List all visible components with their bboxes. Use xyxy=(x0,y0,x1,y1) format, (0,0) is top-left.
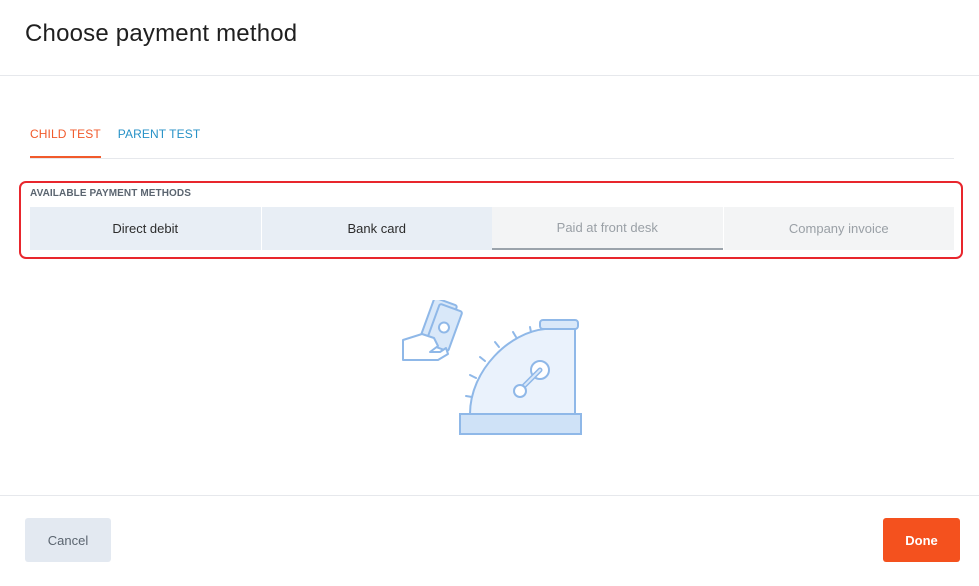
payment-methods-label: AVAILABLE PAYMENT METHODS xyxy=(30,188,192,199)
cash-register-icon xyxy=(459,319,582,435)
method-paid-at-front-desk[interactable]: Paid at front desk xyxy=(492,207,723,250)
tab-parent-test[interactable]: PARENT TEST xyxy=(118,127,200,158)
method-company-invoice[interactable]: Company invoice xyxy=(722,207,954,250)
method-bank-card[interactable]: Bank card xyxy=(260,207,492,250)
illustration xyxy=(400,297,585,440)
done-button[interactable]: Done xyxy=(883,518,960,562)
hand-holding-cash-icon xyxy=(402,297,463,361)
tabs-divider xyxy=(30,158,954,159)
modal-title: Choose payment method xyxy=(25,20,298,47)
cancel-button[interactable]: Cancel xyxy=(25,518,111,562)
payment-methods-group: Direct debit Bank card Paid at front des… xyxy=(30,207,954,250)
method-direct-debit[interactable]: Direct debit xyxy=(30,207,261,250)
tab-child-test[interactable]: CHILD TEST xyxy=(30,127,101,158)
tab-bar: CHILD TEST PARENT TEST xyxy=(30,127,200,158)
footer-divider xyxy=(0,495,979,496)
header-divider xyxy=(0,75,979,76)
